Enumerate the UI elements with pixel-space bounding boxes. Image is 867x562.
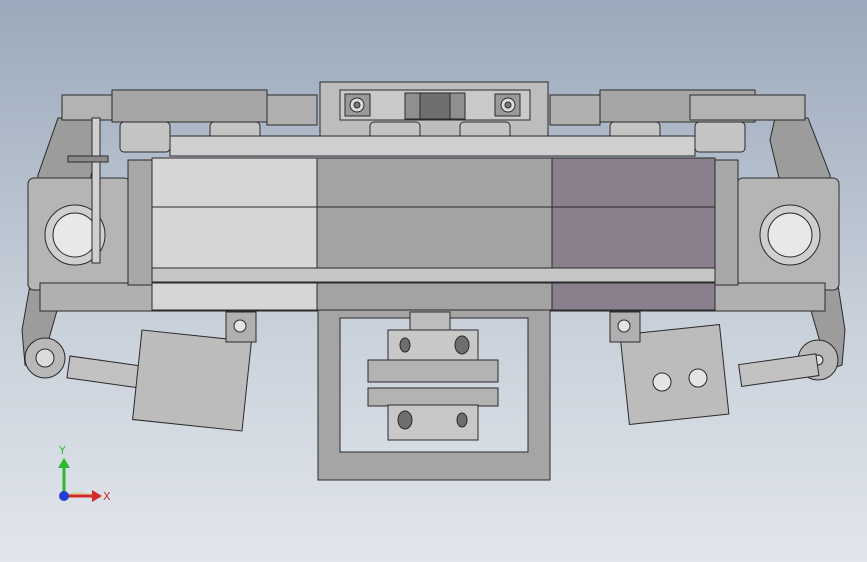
top-plate[interactable] — [169, 135, 696, 157]
right-cylinder[interactable] — [609, 311, 839, 426]
right-top-bracket[interactable] — [689, 94, 806, 121]
shaft-coupling[interactable] — [367, 311, 499, 441]
cad-viewport[interactable]: Y X — [0, 0, 867, 562]
coordinate-triad-icon: Y X — [58, 444, 111, 503]
cad-model-canvas[interactable]: Y X — [0, 0, 867, 562]
y-axis-label: Y — [58, 444, 66, 457]
left-top-block[interactable] — [111, 89, 268, 123]
main-body[interactable] — [151, 157, 716, 311]
left-gauge-pin — [91, 117, 101, 264]
x-axis-label: X — [103, 490, 111, 503]
left-cylinder[interactable] — [24, 311, 257, 432]
